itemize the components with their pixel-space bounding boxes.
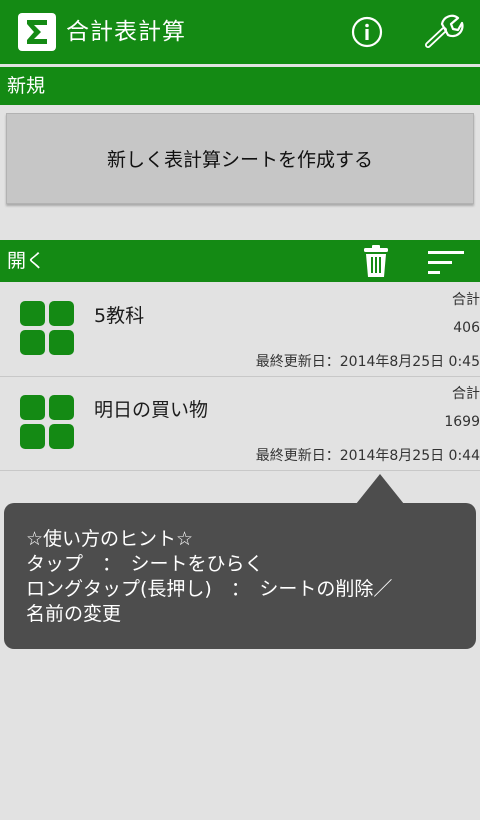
section-header-open: 開く bbox=[0, 240, 480, 282]
tooltip-line-longtap: ロングタップ(長押し) ： シートの削除／ bbox=[26, 578, 393, 600]
tooltip-line-rename: 名前の変更 bbox=[26, 603, 122, 625]
sum-value: 1699 bbox=[444, 414, 480, 430]
app-title: 合計表計算 bbox=[66, 19, 186, 45]
sum-value: 406 bbox=[453, 320, 480, 336]
sheet-grid-icon bbox=[20, 395, 74, 449]
list-item[interactable]: 5教科 合計 406 最終更新日：2014年8月25日 0:45 bbox=[0, 283, 480, 377]
sum-label: 合計 bbox=[452, 386, 480, 402]
list-item[interactable]: 明日の買い物 合計 1699 最終更新日：2014年8月25日 0:44 bbox=[0, 377, 480, 471]
sheet-name: 5教科 bbox=[94, 305, 145, 327]
sort-icon[interactable] bbox=[424, 248, 466, 276]
tooltip-line-tap: タップ ： シートをひらく bbox=[26, 553, 264, 575]
sheet-grid-icon bbox=[20, 301, 74, 355]
usage-hint-tooltip[interactable]: ☆使い方のヒント☆ タップ ： シートをひらく ロングタップ(長押し) ： シー… bbox=[4, 503, 476, 649]
sum-label: 合計 bbox=[452, 292, 480, 308]
section-header-new: 新規 bbox=[0, 67, 480, 105]
tooltip-title: ☆使い方のヒント☆ bbox=[26, 528, 194, 550]
app-bar: 合計表計算 bbox=[0, 0, 480, 64]
sigma-app-icon bbox=[18, 13, 56, 51]
last-updated: 最終更新日：2014年8月25日 0:44 bbox=[255, 448, 480, 464]
wrench-settings-icon[interactable] bbox=[420, 12, 464, 52]
create-sheet-button[interactable]: 新しく表計算シートを作成する bbox=[6, 113, 474, 204]
create-sheet-button-label: 新しく表計算シートを作成する bbox=[106, 149, 373, 171]
trash-icon[interactable] bbox=[360, 244, 392, 278]
info-icon[interactable] bbox=[350, 15, 384, 49]
sheet-name: 明日の買い物 bbox=[94, 399, 209, 421]
tooltip-arrow bbox=[356, 474, 404, 504]
last-updated: 最終更新日：2014年8月25日 0:45 bbox=[255, 354, 480, 370]
